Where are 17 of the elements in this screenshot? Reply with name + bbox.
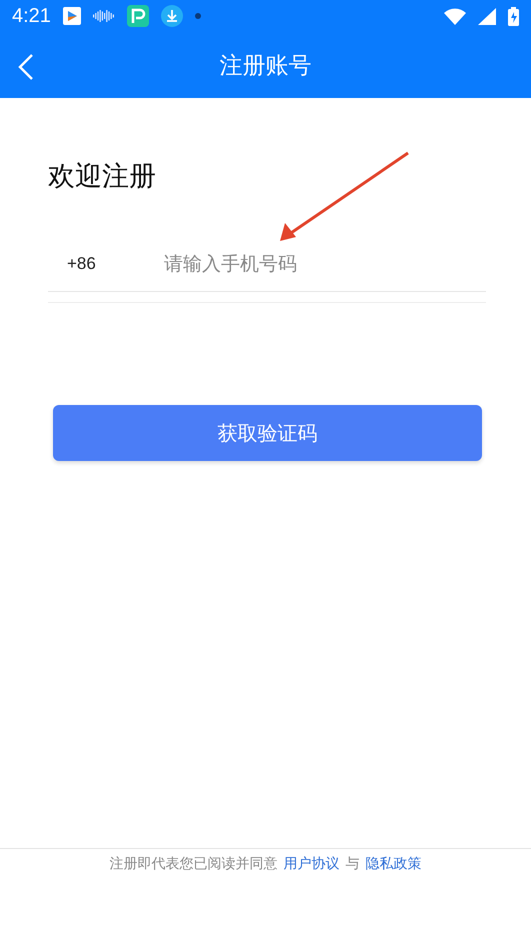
- notification-dot-icon: [194, 13, 201, 19]
- agreement-text: 注册即代表您已阅读并同意: [110, 855, 278, 874]
- privacy-policy-link[interactable]: 隐私政策: [366, 855, 422, 948]
- joiner-text: 与: [346, 855, 360, 874]
- app-icon: [126, 5, 149, 27]
- get-code-button[interactable]: 获取验证码: [53, 405, 482, 461]
- app-icon: [62, 7, 81, 25]
- sound-wave-icon: [92, 9, 115, 23]
- battery-charging-icon: [508, 6, 519, 26]
- welcome-heading: 欢迎注册: [48, 160, 157, 194]
- user-agreement-link[interactable]: 用户协议: [284, 855, 340, 948]
- wifi-icon: [444, 8, 466, 24]
- status-time: 4:21: [12, 4, 51, 28]
- page-title: 注册账号: [220, 52, 312, 80]
- signal-icon: [478, 8, 496, 24]
- download-icon: [160, 5, 183, 27]
- country-code[interactable]: +86: [48, 254, 164, 274]
